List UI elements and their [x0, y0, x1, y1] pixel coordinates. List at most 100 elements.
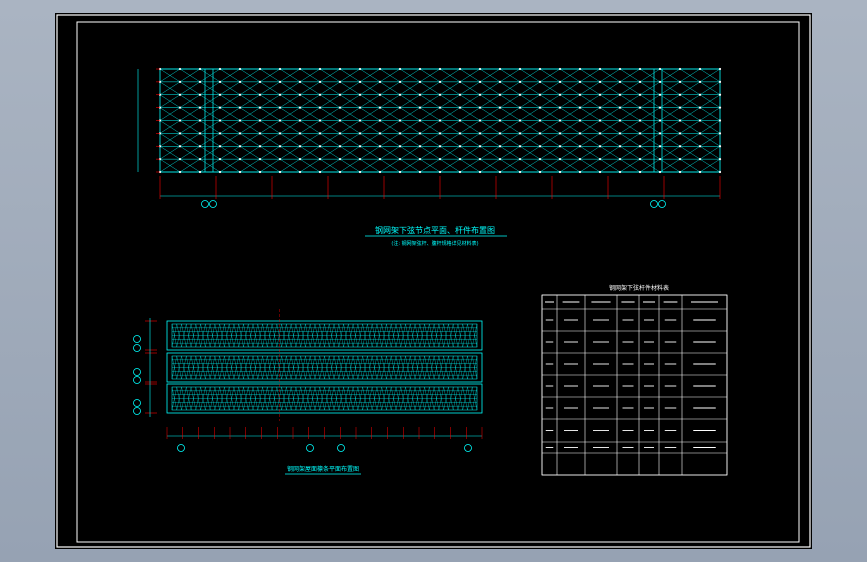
truss-node — [198, 80, 202, 83]
truss-node — [598, 145, 602, 148]
truss-node — [298, 145, 302, 148]
truss-node — [578, 119, 582, 122]
material-table[interactable]: 钢网架下弦杆件材料表 — [541, 284, 728, 476]
truss-node — [458, 80, 462, 83]
truss-node — [298, 158, 302, 161]
truss-node — [538, 106, 542, 109]
truss-node — [458, 119, 462, 122]
truss-node — [238, 106, 242, 109]
truss-node — [538, 132, 542, 135]
truss-node — [718, 93, 722, 96]
truss-node — [398, 145, 402, 148]
truss-node — [198, 132, 202, 135]
truss-node — [198, 119, 202, 122]
truss-node — [358, 158, 362, 161]
truss-node — [478, 93, 482, 96]
grid-bubble — [464, 444, 472, 452]
grid-bubble — [658, 200, 666, 208]
truss-node — [478, 67, 482, 71]
truss-node — [298, 119, 302, 122]
truss-node — [478, 158, 482, 161]
truss-node — [578, 170, 582, 174]
truss-node — [638, 93, 642, 96]
truss-node — [678, 119, 682, 122]
truss-node — [298, 170, 302, 174]
row-bubble — [133, 407, 141, 415]
truss-node — [518, 67, 522, 71]
truss-node — [618, 119, 622, 122]
grid-bubble — [650, 200, 658, 208]
truss-node — [318, 119, 322, 122]
truss-node — [698, 119, 702, 122]
inner-frame — [76, 21, 800, 543]
cad-drawing-canvas[interactable]: 钢网架下弦节点平面、杆件布置图 (注: 钢网架弦杆、腹杆规格详见材料表) 钢网架… — [55, 13, 812, 549]
truss-node — [618, 67, 622, 71]
truss-node — [598, 67, 602, 71]
truss-node — [338, 145, 342, 148]
truss-node — [578, 93, 582, 96]
truss-node — [258, 119, 262, 122]
truss-node — [398, 67, 402, 71]
top-plan-title: 钢网架下弦节点平面、杆件布置图 — [375, 225, 495, 235]
truss-node — [358, 106, 362, 109]
truss-node — [498, 132, 502, 135]
drawing-sheet[interactable]: 钢网架下弦节点平面、杆件布置图 (注: 钢网架弦杆、腹杆规格详见材料表) 钢网架… — [55, 13, 812, 549]
material-table-title: 钢网架下弦杆件材料表 — [609, 284, 669, 292]
truss-node — [438, 145, 442, 148]
truss-node — [638, 158, 642, 161]
material-table-grid — [541, 294, 728, 476]
truss-node — [698, 80, 702, 83]
truss-node — [358, 67, 362, 71]
truss-node — [658, 80, 662, 83]
grid-bubble — [337, 444, 345, 452]
truss-node — [698, 67, 702, 71]
grid-bubble — [201, 200, 209, 208]
truss-node — [538, 119, 542, 122]
truss-node — [298, 106, 302, 109]
truss-node — [438, 80, 442, 83]
truss-node — [718, 132, 722, 135]
truss-node — [218, 158, 222, 161]
truss-node — [218, 80, 222, 83]
truss-node — [258, 145, 262, 148]
truss-node — [438, 119, 442, 122]
row-bubble — [133, 344, 141, 352]
top-truss-plan[interactable]: 钢网架下弦节点平面、杆件布置图 (注: 钢网架弦杆、腹杆规格详见材料表) — [137, 67, 722, 247]
truss-node — [558, 132, 562, 135]
truss-node — [458, 170, 462, 174]
bottom-purlin-plan[interactable]: 钢网架屋面檩条平面布置图 — [133, 309, 483, 475]
truss-node — [618, 93, 622, 96]
truss-node — [318, 67, 322, 71]
truss-node — [418, 80, 422, 83]
truss-node — [338, 67, 342, 71]
truss-node — [658, 132, 662, 135]
truss-node — [638, 170, 642, 174]
truss-node — [458, 93, 462, 96]
truss-node — [498, 170, 502, 174]
truss-node — [578, 80, 582, 83]
bottom-plan-panels — [145, 309, 483, 421]
truss-node — [378, 158, 382, 161]
truss-node — [598, 106, 602, 109]
truss-node — [458, 67, 462, 71]
truss-node — [478, 132, 482, 135]
truss-node — [518, 145, 522, 148]
top-plan-mesh — [137, 67, 722, 174]
truss-node — [378, 67, 382, 71]
truss-node — [538, 80, 542, 83]
truss-node — [238, 80, 242, 83]
truss-node — [238, 93, 242, 96]
truss-node — [658, 119, 662, 122]
truss-node — [538, 170, 542, 174]
truss-node — [618, 132, 622, 135]
truss-node — [378, 145, 382, 148]
truss-node — [558, 93, 562, 96]
truss-node — [218, 119, 222, 122]
truss-node — [498, 67, 502, 71]
truss-node — [458, 158, 462, 161]
truss-node — [718, 80, 722, 83]
truss-node — [458, 106, 462, 109]
row-bubble — [133, 376, 141, 384]
truss-node — [718, 145, 722, 148]
truss-node — [378, 119, 382, 122]
